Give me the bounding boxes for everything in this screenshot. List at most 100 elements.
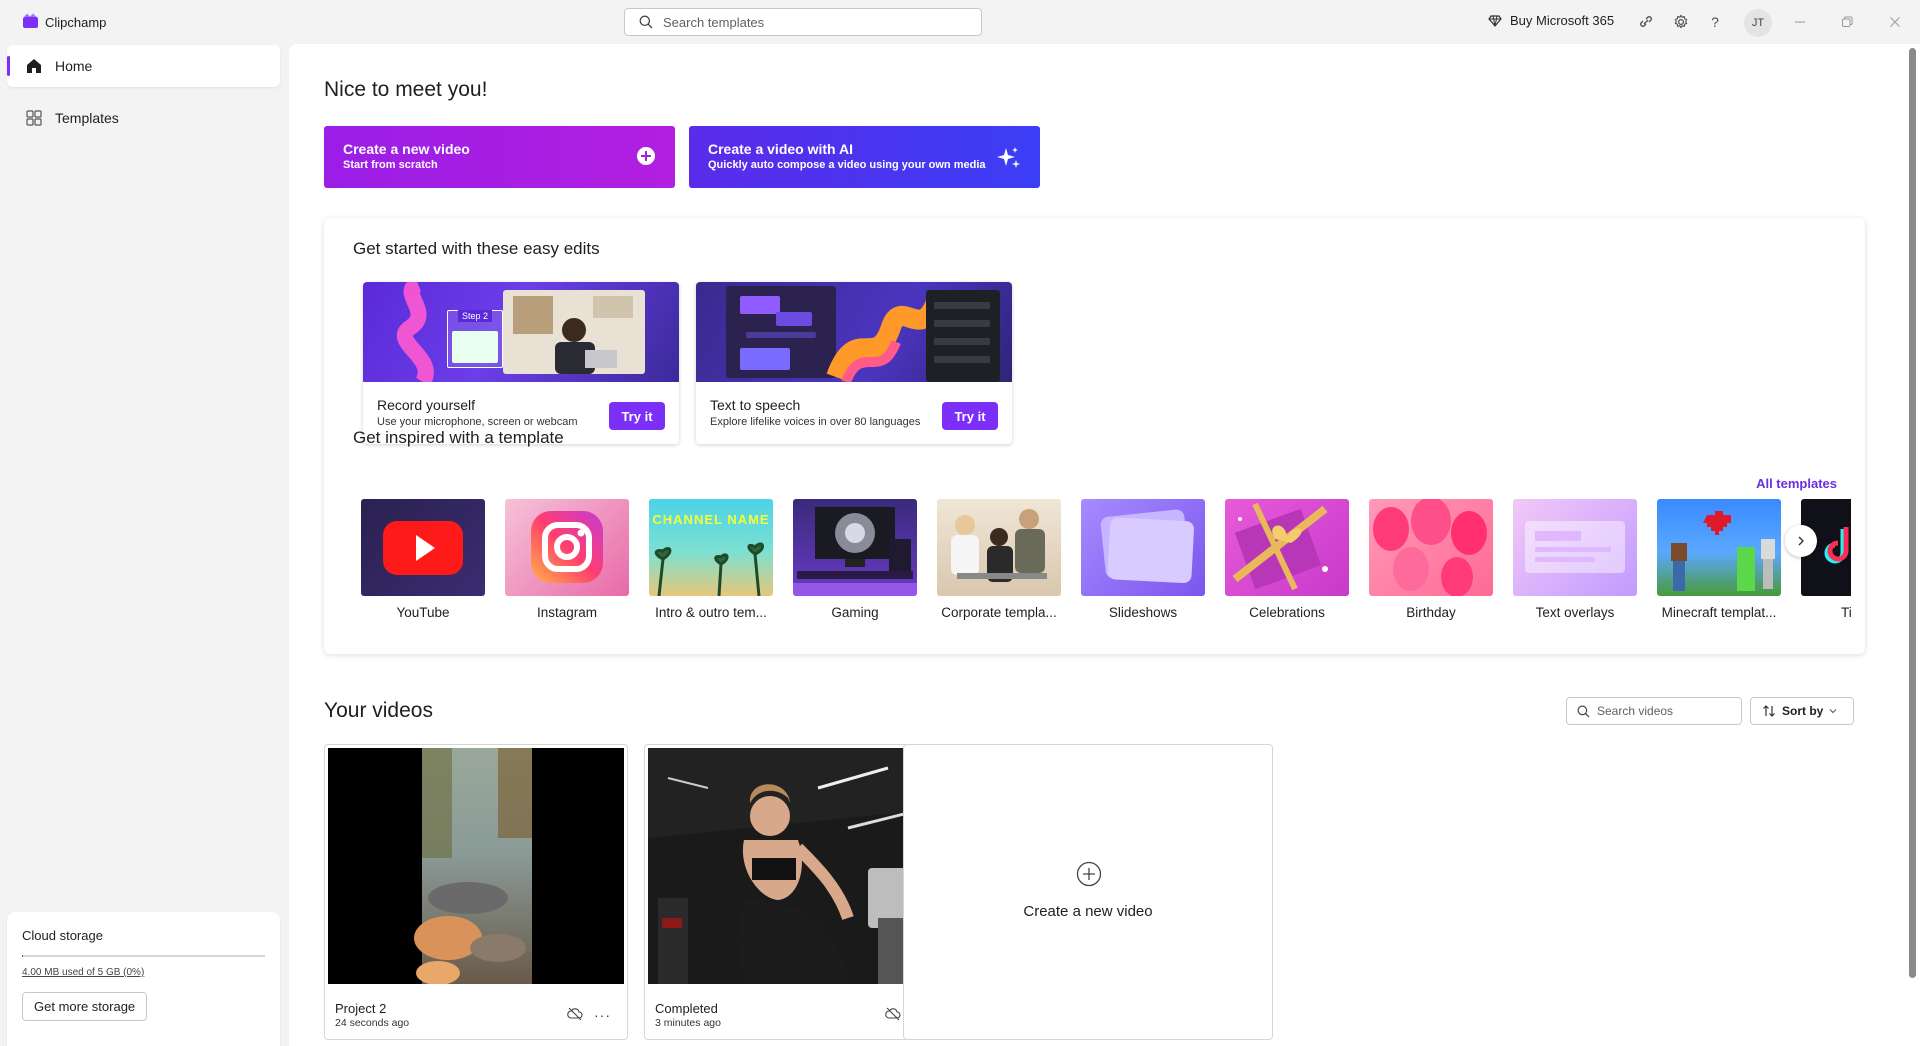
your-videos-heading: Your videos bbox=[324, 699, 433, 722]
template-birthday[interactable]: Birthday bbox=[1369, 499, 1493, 620]
search-icon bbox=[1577, 705, 1590, 717]
create-new-video-button[interactable]: Create a new video Start from scratch bbox=[324, 126, 675, 188]
settings-gear-icon[interactable] bbox=[1671, 12, 1691, 32]
template-carousel: YouTube Instagram CHANNEL NAME Intro & o… bbox=[361, 499, 1851, 629]
template-label: YouTube bbox=[396, 605, 450, 620]
template-celebrations[interactable]: Celebrations bbox=[1225, 499, 1349, 620]
template-thumbnail bbox=[1657, 499, 1781, 596]
diamond-icon bbox=[1488, 14, 1502, 27]
plus-circle-icon bbox=[1076, 861, 1102, 887]
search-icon bbox=[639, 15, 653, 29]
cta-subtitle: Start from scratch bbox=[343, 159, 438, 171]
help-icon[interactable]: ? bbox=[1705, 12, 1725, 32]
template-text-overlays[interactable]: Text overlays bbox=[1513, 499, 1637, 620]
home-icon bbox=[27, 59, 41, 73]
template-label: TikT bbox=[1841, 605, 1851, 620]
restore-icon[interactable] bbox=[1837, 12, 1857, 32]
record-yourself-title: Record yourself bbox=[377, 397, 476, 413]
cloud-storage-panel: Cloud storage 4.00 MB used of 5 GB (0%) … bbox=[7, 912, 280, 1046]
template-intro-outro[interactable]: CHANNEL NAME Intro & outro tem... bbox=[649, 499, 773, 620]
video-thumbnail bbox=[328, 748, 624, 984]
record-yourself-try-button[interactable]: Try it bbox=[609, 402, 665, 430]
template-gaming[interactable]: Gaming bbox=[793, 499, 917, 620]
template-minecraft[interactable]: Minecraft templat... bbox=[1657, 499, 1781, 620]
chevron-right-icon bbox=[1798, 536, 1804, 546]
video-title: Project 2 bbox=[335, 1001, 387, 1016]
template-slideshows[interactable]: Slideshows bbox=[1081, 499, 1205, 620]
close-icon[interactable] bbox=[1885, 12, 1905, 32]
sidebar: Home Templates Cloud storage 4.00 MB use… bbox=[0, 44, 288, 1046]
app-title: Clipchamp bbox=[45, 15, 107, 30]
sidebar-item-label: Templates bbox=[55, 110, 119, 126]
template-label: Instagram bbox=[536, 605, 598, 620]
clipchamp-logo-icon bbox=[23, 13, 38, 28]
channel-name-text: CHANNEL NAME bbox=[652, 512, 770, 527]
minimize-icon[interactable] bbox=[1790, 12, 1810, 32]
cta-title: Create a new video bbox=[343, 141, 470, 157]
sidebar-item-templates[interactable]: Templates bbox=[7, 97, 280, 139]
storage-progress-bar bbox=[22, 955, 265, 957]
video-card-project-2[interactable]: Project 2 24 seconds ago ··· bbox=[324, 744, 628, 1040]
cta-subtitle: Quickly auto compose a video using your … bbox=[708, 159, 986, 171]
text-to-speech-title: Text to speech bbox=[710, 397, 801, 413]
template-thumbnail bbox=[1513, 499, 1637, 596]
plus-circle-icon bbox=[637, 147, 655, 165]
video-title: Completed bbox=[655, 1001, 718, 1016]
video-card-completed[interactable]: Completed 3 minutes ago ··· bbox=[644, 744, 946, 1040]
create-new-video-card[interactable]: Create a new video bbox=[903, 744, 1273, 1040]
template-thumbnail bbox=[1081, 499, 1205, 596]
create-video-with-ai-button[interactable]: Create a video with AI Quickly auto comp… bbox=[689, 126, 1040, 188]
search-templates-box[interactable] bbox=[624, 8, 982, 36]
template-label: Slideshows bbox=[1108, 605, 1178, 620]
cloud-storage-title: Cloud storage bbox=[22, 928, 103, 943]
cloud-off-icon[interactable] bbox=[567, 1007, 583, 1021]
search-templates-input[interactable] bbox=[663, 14, 963, 30]
template-instagram[interactable]: Instagram bbox=[505, 499, 629, 620]
sparkle-icon bbox=[997, 147, 1020, 168]
video-timestamp: 3 minutes ago bbox=[655, 1017, 721, 1029]
share-icon[interactable] bbox=[1636, 12, 1656, 32]
main-content: Nice to meet you! Create a new video Sta… bbox=[289, 44, 1906, 1046]
text-to-speech-try-button[interactable]: Try it bbox=[942, 402, 998, 430]
template-thumbnail bbox=[793, 499, 917, 596]
get-more-storage-button[interactable]: Get more storage bbox=[22, 992, 148, 1021]
search-videos-input[interactable] bbox=[1597, 704, 1737, 718]
template-thumbnail: CHANNEL NAME bbox=[649, 499, 773, 596]
text-to-speech-thumbnail bbox=[696, 282, 1012, 382]
storage-progress-fill bbox=[22, 955, 23, 957]
cta-title: Create a video with AI bbox=[708, 141, 853, 157]
buy-microsoft-365-button[interactable]: Buy Microsoft 365 bbox=[1488, 13, 1614, 28]
sort-by-label: Sort by bbox=[1782, 704, 1824, 718]
all-templates-link[interactable]: All templates bbox=[1756, 476, 1837, 491]
more-options-icon[interactable]: ··· bbox=[594, 1007, 611, 1023]
search-videos-box[interactable] bbox=[1566, 697, 1742, 725]
easy-edits-heading: Get started with these easy edits bbox=[353, 239, 600, 258]
main-scrollbar[interactable] bbox=[1905, 44, 1920, 1046]
template-corporate[interactable]: Corporate templa... bbox=[937, 499, 1061, 620]
user-avatar[interactable]: JT bbox=[1744, 9, 1772, 37]
storage-used-link[interactable]: 4.00 MB used of 5 GB (0%) bbox=[22, 967, 265, 978]
record-yourself-thumbnail: Step 2 bbox=[363, 282, 679, 382]
template-thumbnail bbox=[361, 499, 485, 596]
template-youtube[interactable]: YouTube bbox=[361, 499, 485, 620]
create-new-video-label: Create a new video bbox=[1023, 903, 1153, 920]
video-thumbnail bbox=[648, 748, 942, 984]
template-label: Gaming bbox=[831, 605, 879, 620]
templates-grid-icon bbox=[26, 110, 42, 126]
page-title: Nice to meet you! bbox=[324, 78, 488, 101]
sort-by-button[interactable]: Sort by bbox=[1750, 697, 1854, 725]
template-label: Intro & outro tem... bbox=[655, 605, 767, 620]
cloud-off-icon[interactable] bbox=[885, 1007, 901, 1021]
record-yourself-card[interactable]: Step 2 Record yourself Use your micropho… bbox=[363, 282, 679, 444]
sidebar-item-label: Home bbox=[55, 58, 93, 74]
text-to-speech-card[interactable]: Text to speech Explore lifelike voices i… bbox=[696, 282, 1012, 444]
video-timestamp: 24 seconds ago bbox=[335, 1017, 410, 1029]
template-tiktok[interactable]: TikT bbox=[1801, 499, 1851, 620]
template-thumbnail bbox=[1369, 499, 1493, 596]
sidebar-item-home[interactable]: Home bbox=[7, 45, 280, 87]
template-thumbnail bbox=[1225, 499, 1349, 596]
template-label: Corporate templa... bbox=[941, 605, 1057, 620]
step-label: Step 2 bbox=[458, 310, 493, 322]
scrollbar-thumb[interactable] bbox=[1909, 48, 1916, 978]
carousel-next-button[interactable] bbox=[1785, 525, 1817, 557]
